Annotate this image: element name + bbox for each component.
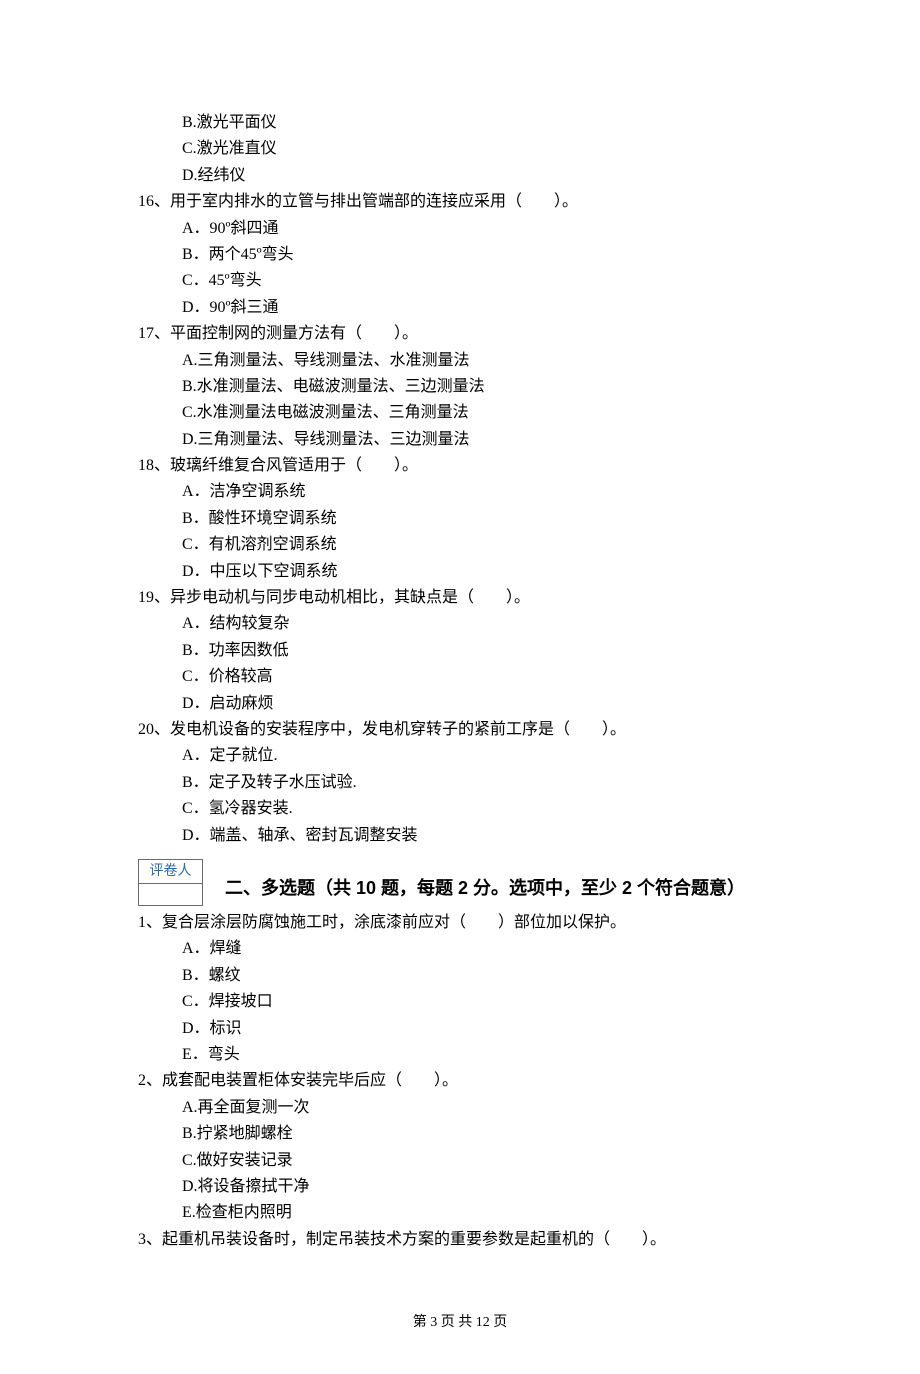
option-e: E.检查柜内照明 — [138, 1200, 782, 1226]
grader-empty-cell — [139, 884, 203, 906]
option-b: B．酸性环境空调系统 — [138, 506, 782, 532]
question-15-options-continued: B.激光平面仪 C.激光准直仪 D.经纬仪 — [138, 110, 782, 189]
option-d: D．启动麻烦 — [138, 691, 782, 717]
question-stem: 16、用于室内排水的立管与排出管端部的连接应采用（ ）。 — [138, 189, 782, 215]
option-e: E．弯头 — [138, 1042, 782, 1068]
question-stem: 17、平面控制网的测量方法有（ ）。 — [138, 321, 782, 347]
question-16: 16、用于室内排水的立管与排出管端部的连接应采用（ ）。 A．90º斜四通 B．… — [138, 189, 782, 321]
option-b: B．功率因数低 — [138, 638, 782, 664]
multi-question-1: 1、复合层涂层防腐蚀施工时，涂底漆前应对（ ）部位加以保护。 A．焊缝 B．螺纹… — [138, 910, 782, 1068]
option-a: A．洁净空调系统 — [138, 479, 782, 505]
option-c: C．焊接坡口 — [138, 989, 782, 1015]
page-footer: 第 3 页 共 12 页 — [138, 1311, 782, 1334]
option-d: D.三角测量法、导线测量法、三边测量法 — [138, 427, 782, 453]
option-d: D．标识 — [138, 1016, 782, 1042]
option-b: B．两个45º弯头 — [138, 242, 782, 268]
option-a: A．结构较复杂 — [138, 611, 782, 637]
option-c: C.激光准直仪 — [138, 136, 782, 162]
grader-box: 评卷人 — [138, 859, 203, 906]
question-stem: 2、成套配电装置柜体安装完毕后应（ ）。 — [138, 1068, 782, 1094]
option-a: A．90º斜四通 — [138, 216, 782, 242]
option-d: D．90º斜三通 — [138, 295, 782, 321]
option-c: C．45º弯头 — [138, 268, 782, 294]
section-2-title: 二、多选题（共 10 题，每题 2 分。选项中，至少 2 个符合题意） — [225, 874, 745, 906]
option-b: B.激光平面仪 — [138, 110, 782, 136]
option-c: C．氢冷器安装. — [138, 796, 782, 822]
question-20: 20、发电机设备的安装程序中，发电机穿转子的紧前工序是（ ）。 A．定子就位. … — [138, 717, 782, 849]
option-d: D.经纬仪 — [138, 163, 782, 189]
option-d: D．中压以下空调系统 — [138, 559, 782, 585]
option-d: D.将设备擦拭干净 — [138, 1174, 782, 1200]
option-c: C．价格较高 — [138, 664, 782, 690]
option-a: A．定子就位. — [138, 743, 782, 769]
question-17: 17、平面控制网的测量方法有（ ）。 A.三角测量法、导线测量法、水准测量法 B… — [138, 321, 782, 453]
question-stem: 1、复合层涂层防腐蚀施工时，涂底漆前应对（ ）部位加以保护。 — [138, 910, 782, 936]
option-c: C.做好安装记录 — [138, 1148, 782, 1174]
question-stem: 20、发电机设备的安装程序中，发电机穿转子的紧前工序是（ ）。 — [138, 717, 782, 743]
option-b: B.拧紧地脚螺栓 — [138, 1121, 782, 1147]
question-stem: 3、起重机吊装设备时，制定吊装技术方案的重要参数是起重机的（ ）。 — [138, 1227, 782, 1253]
option-b: B．定子及转子水压试验. — [138, 770, 782, 796]
question-18: 18、玻璃纤维复合风管适用于（ ）。 A．洁净空调系统 B．酸性环境空调系统 C… — [138, 453, 782, 585]
question-stem: 18、玻璃纤维复合风管适用于（ ）。 — [138, 453, 782, 479]
option-b: B.水准测量法、电磁波测量法、三边测量法 — [138, 374, 782, 400]
section-2-header: 评卷人 二、多选题（共 10 题，每题 2 分。选项中，至少 2 个符合题意） — [138, 853, 782, 906]
question-19: 19、异步电动机与同步电动机相比，其缺点是（ ）。 A．结构较复杂 B．功率因数… — [138, 585, 782, 717]
multi-question-2: 2、成套配电装置柜体安装完毕后应（ ）。 A.再全面复测一次 B.拧紧地脚螺栓 … — [138, 1068, 782, 1226]
option-a: A.再全面复测一次 — [138, 1095, 782, 1121]
question-stem: 19、异步电动机与同步电动机相比，其缺点是（ ）。 — [138, 585, 782, 611]
option-d: D．端盖、轴承、密封瓦调整安装 — [138, 823, 782, 849]
multi-question-3: 3、起重机吊装设备时，制定吊装技术方案的重要参数是起重机的（ ）。 — [138, 1227, 782, 1253]
option-a: A．焊缝 — [138, 936, 782, 962]
option-b: B．螺纹 — [138, 963, 782, 989]
grader-label: 评卷人 — [139, 859, 203, 883]
option-c: C．有机溶剂空调系统 — [138, 532, 782, 558]
option-a: A.三角测量法、导线测量法、水准测量法 — [138, 348, 782, 374]
option-c: C.水准测量法电磁波测量法、三角测量法 — [138, 400, 782, 426]
